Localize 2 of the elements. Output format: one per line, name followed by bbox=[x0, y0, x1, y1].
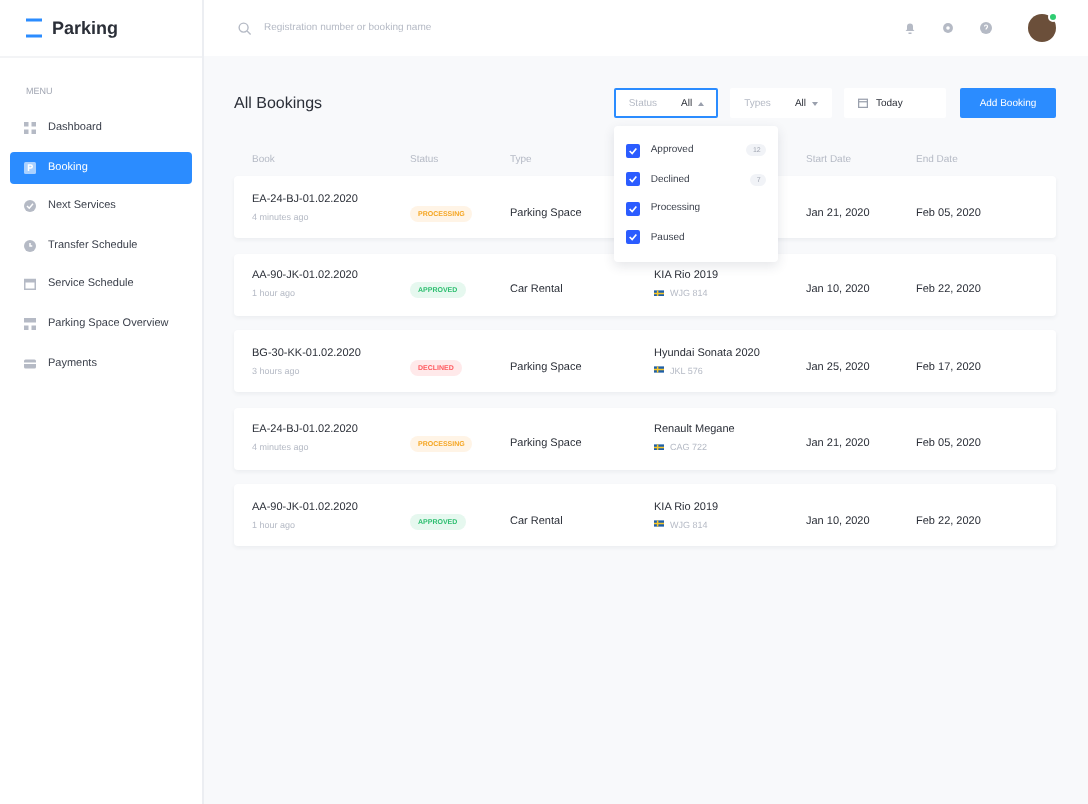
app-name: Parking bbox=[52, 18, 119, 38]
page-title: All Bookings bbox=[234, 94, 323, 112]
